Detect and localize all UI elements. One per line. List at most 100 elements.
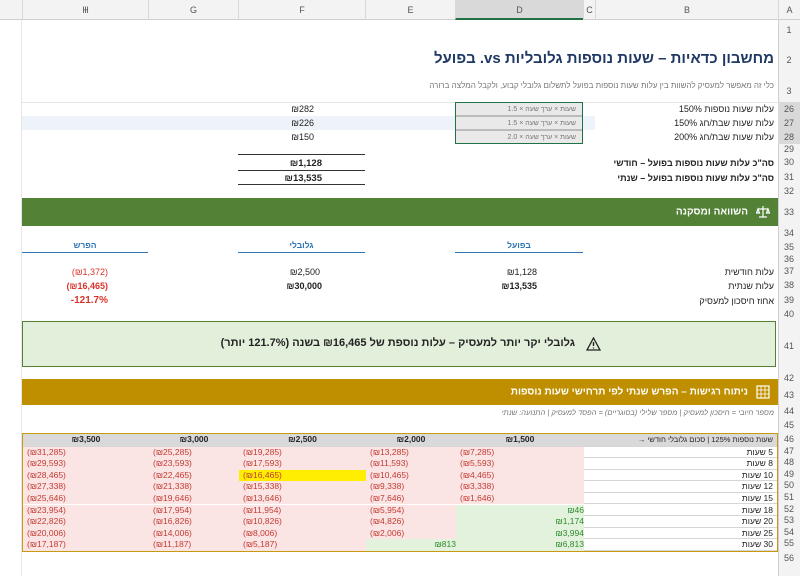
table-cell[interactable]: (₪4,465)	[456, 469, 584, 482]
table-cell[interactable]: (₪31,285)	[23, 446, 149, 459]
row-header[interactable]: 46	[778, 433, 800, 446]
table-cell[interactable]: (₪22,826)	[23, 516, 149, 528]
row-header[interactable]: 28	[778, 130, 800, 144]
column-header-F[interactable]: F	[238, 0, 365, 20]
table-cell[interactable]: (₪20,006)	[23, 527, 149, 540]
table-cell[interactable]: (₪9,338)	[366, 481, 456, 493]
table-cell[interactable]: (₪10,826)	[239, 516, 366, 528]
select-all-corner[interactable]	[0, 0, 22, 20]
column-header-H[interactable]: H	[22, 0, 148, 20]
row-header[interactable]: 1	[778, 20, 800, 40]
cost-value[interactable]: ₪282	[238, 104, 314, 114]
row-header[interactable]: 3	[778, 80, 800, 102]
column-header-E[interactable]: E	[365, 0, 455, 20]
row-header[interactable]: 31	[778, 170, 800, 184]
table-cell[interactable]: (₪1,646)	[456, 492, 584, 505]
table-cell[interactable]: (₪27,338)	[23, 481, 149, 493]
table-cell[interactable]: (₪29,593)	[23, 458, 149, 470]
row-header[interactable]: 47	[778, 446, 800, 458]
row-header[interactable]: 32	[778, 184, 800, 198]
row-header[interactable]: 27	[778, 116, 800, 130]
row-header[interactable]: 54	[778, 527, 800, 539]
table-cell[interactable]: (₪4,826)	[366, 516, 456, 528]
row-header[interactable]: 36	[778, 254, 800, 264]
table-col-head[interactable]: ₪2,000	[366, 434, 456, 447]
row-header[interactable]: 35	[778, 240, 800, 254]
table-cell[interactable]: (₪7,646)	[366, 492, 456, 505]
column-header-D[interactable]: D	[455, 0, 583, 20]
row-header[interactable]: 33	[778, 198, 800, 226]
table-cell[interactable]: (₪5,954)	[366, 504, 456, 517]
table-cell[interactable]: (₪11,954)	[239, 504, 366, 517]
row-header[interactable]: 2	[778, 40, 800, 80]
row-header[interactable]: 53	[778, 515, 800, 527]
table-cell[interactable]: (₪15,338)	[239, 481, 366, 493]
row-header[interactable]: 44	[778, 405, 800, 418]
row-header[interactable]: 40	[778, 307, 800, 321]
table-cell[interactable]: (₪28,465)	[23, 469, 149, 482]
cost-value[interactable]: ₪150	[238, 132, 314, 142]
table-cell[interactable]: ₪6,813	[456, 539, 584, 551]
table-cell[interactable]: (₪13,646)	[239, 492, 366, 505]
table-cell[interactable]: (₪16,465)	[239, 469, 366, 482]
table-col-head[interactable]: ₪3,500	[23, 434, 149, 447]
table-cell[interactable]: (₪17,593)	[239, 458, 366, 470]
column-header-B[interactable]: B	[595, 0, 778, 20]
total-yearly-value[interactable]: ₪13,535	[238, 173, 322, 184]
table-cell[interactable]: (₪14,006)	[149, 527, 239, 540]
total-monthly-value[interactable]: ₪1,128	[238, 158, 322, 169]
row-header[interactable]: 37	[778, 264, 800, 278]
row-header[interactable]: 45	[778, 418, 800, 433]
comparison-actual[interactable]: ₪1,128	[455, 267, 537, 277]
table-cell[interactable]: ₪3,994	[456, 527, 584, 540]
column-header-A[interactable]: A	[778, 0, 800, 20]
comparison-actual[interactable]: ₪13,535	[455, 281, 537, 291]
table-col-head[interactable]: ₪3,000	[149, 434, 239, 447]
table-cell[interactable]: (₪5,187)	[239, 539, 366, 551]
table-cell[interactable]: (₪8,006)	[239, 527, 366, 540]
row-header[interactable]: 26	[778, 102, 800, 116]
row-header[interactable]: 30	[778, 154, 800, 170]
table-cell[interactable]: (₪2,006)	[366, 527, 456, 540]
row-header[interactable]: 41	[778, 321, 800, 371]
comparison-diff[interactable]: (₪16,465)	[22, 281, 108, 291]
row-header[interactable]: 55	[778, 538, 800, 550]
comparison-diff[interactable]: (₪1,372)	[22, 267, 108, 277]
row-header[interactable]: 50	[778, 480, 800, 492]
row-header[interactable]: 29	[778, 144, 800, 154]
row-header[interactable]: 51	[778, 492, 800, 504]
cost-value[interactable]: ₪226	[238, 118, 314, 128]
comparison-global[interactable]: ₪2,500	[238, 267, 320, 277]
table-cell[interactable]: (₪17,187)	[23, 539, 149, 551]
table-cell[interactable]: (₪22,465)	[149, 469, 239, 482]
row-header[interactable]: 56	[778, 550, 800, 566]
table-col-head[interactable]: ₪2,500	[239, 434, 366, 447]
table-cell[interactable]: ₪1,174	[456, 516, 584, 528]
row-header[interactable]: 43	[778, 385, 800, 405]
row-header[interactable]: 39	[778, 293, 800, 307]
table-cell[interactable]: (₪13,285)	[366, 446, 456, 459]
comparison-global[interactable]: ₪30,000	[238, 281, 322, 291]
table-cell[interactable]: (₪23,954)	[23, 504, 149, 517]
row-header[interactable]: 34	[778, 226, 800, 240]
table-cell[interactable]: ₪813	[366, 539, 456, 551]
table-cell[interactable]: (₪19,285)	[239, 446, 366, 459]
row-header[interactable]: 42	[778, 371, 800, 385]
table-cell[interactable]: (₪3,338)	[456, 481, 584, 493]
table-cell[interactable]: (₪10,465)	[366, 469, 456, 482]
column-header-G[interactable]: G	[148, 0, 238, 20]
table-cell[interactable]: (₪21,338)	[149, 481, 239, 493]
table-cell[interactable]: (₪7,285)	[456, 446, 584, 459]
table-cell[interactable]: ₪46	[456, 504, 584, 517]
table-cell[interactable]: (₪16,826)	[149, 516, 239, 528]
comparison-diff[interactable]: -121.7%	[22, 295, 108, 306]
table-cell[interactable]: (₪11,593)	[366, 458, 456, 470]
table-cell[interactable]: (₪19,646)	[149, 492, 239, 505]
row-header[interactable]: 52	[778, 504, 800, 516]
table-col-head[interactable]: ₪1,500	[456, 434, 584, 447]
table-cell[interactable]: (₪25,646)	[23, 492, 149, 505]
row-header[interactable]: 49	[778, 469, 800, 481]
table-cell[interactable]: (₪5,593)	[456, 458, 584, 470]
column-header-C[interactable]: C	[583, 0, 595, 20]
table-cell[interactable]: (₪25,285)	[149, 446, 239, 459]
